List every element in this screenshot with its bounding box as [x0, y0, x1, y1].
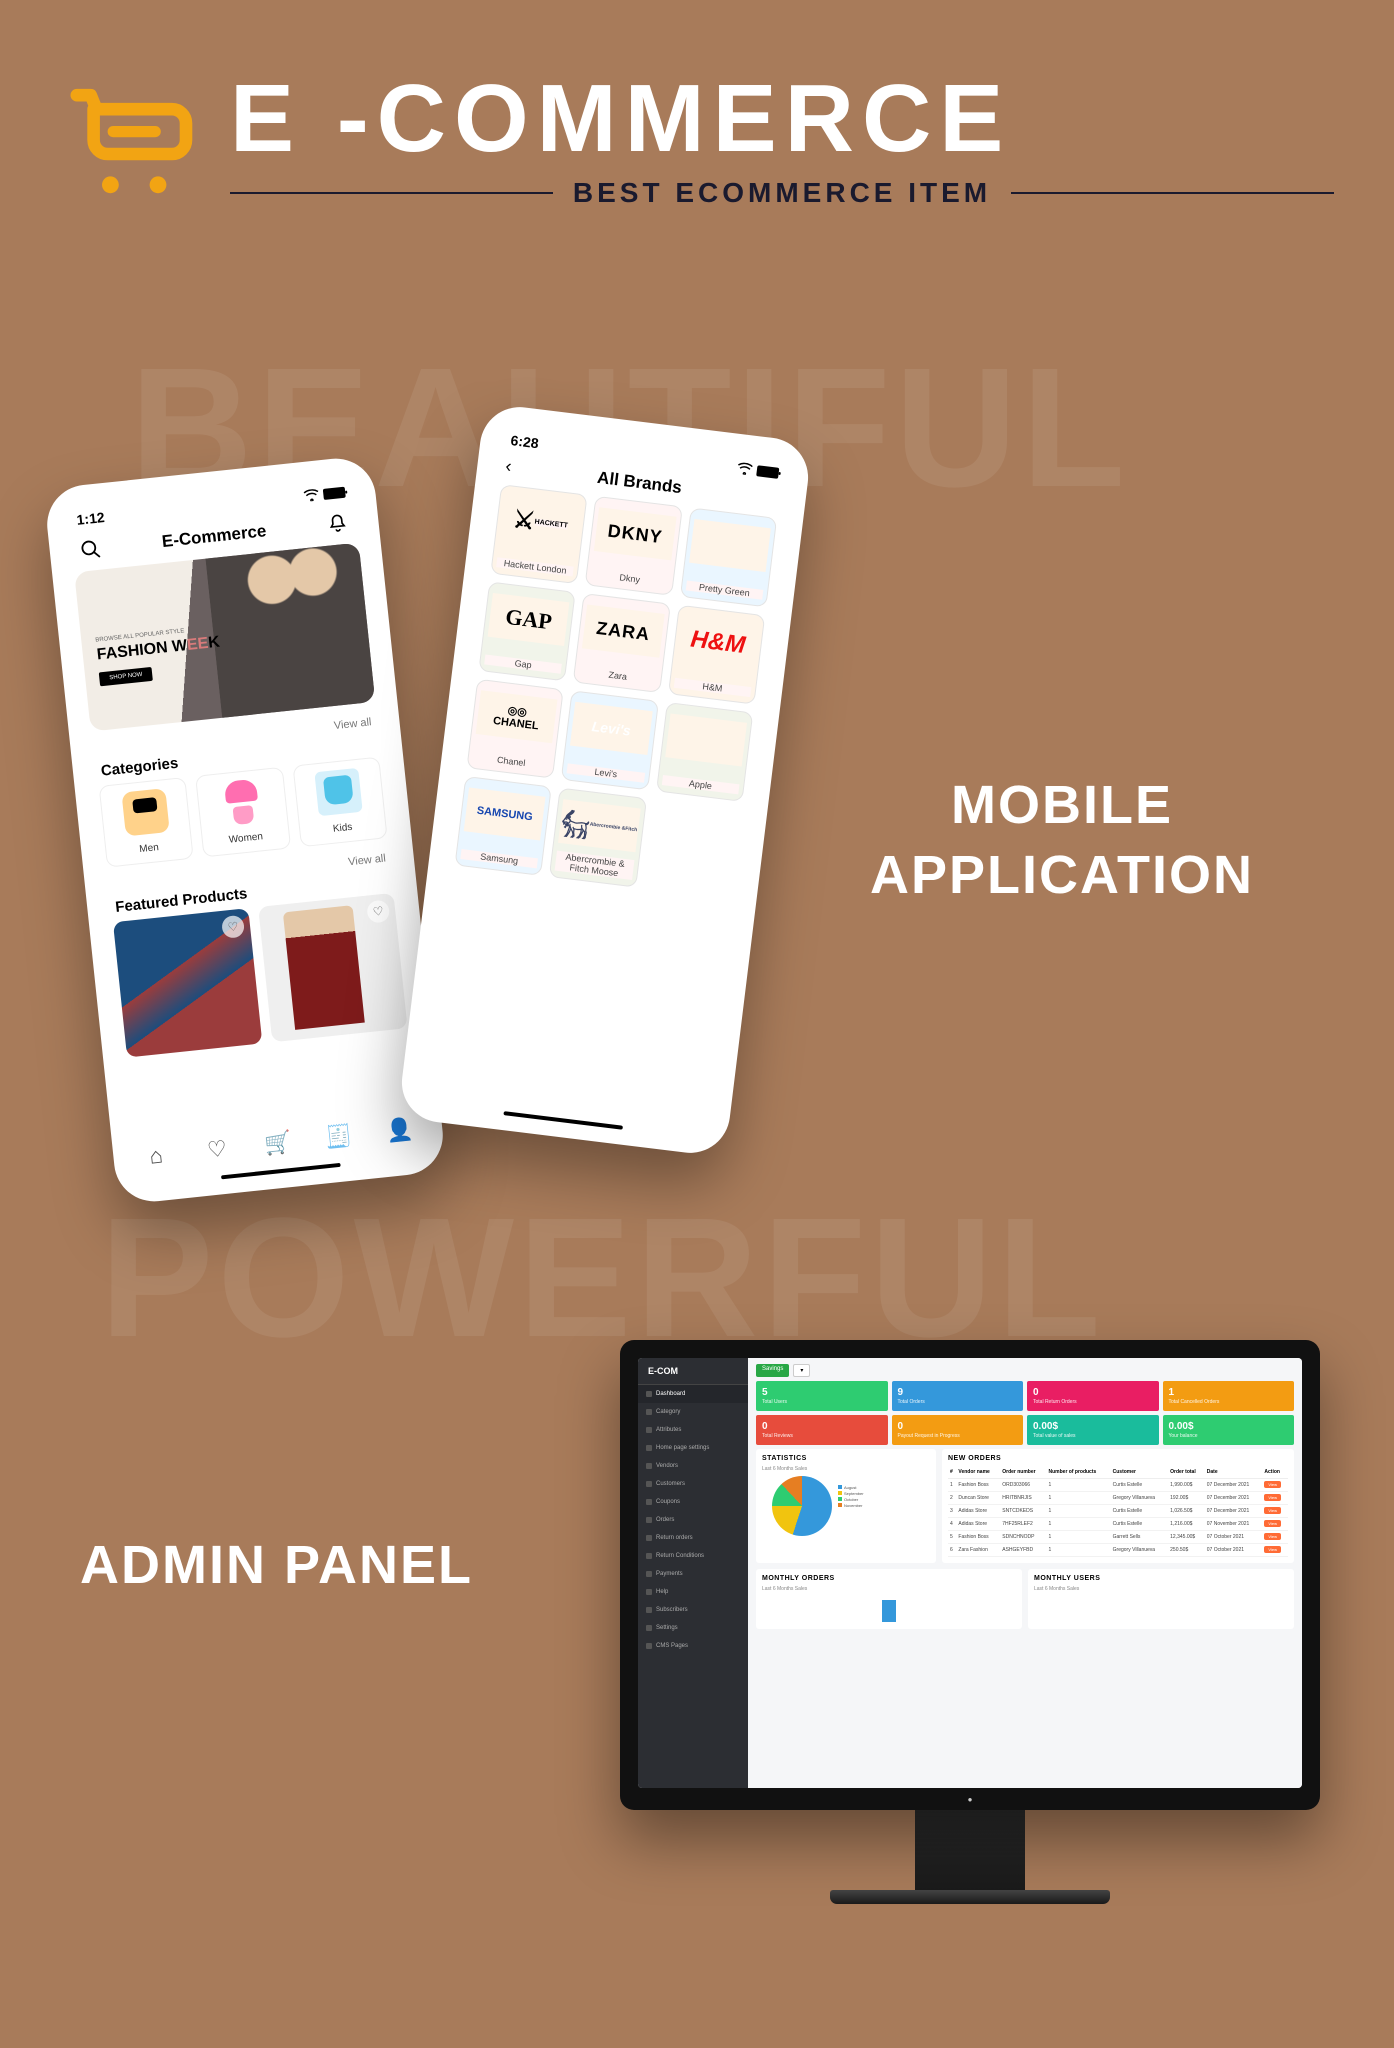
category-women[interactable]: Women: [195, 767, 290, 858]
label: APPLICATION: [870, 840, 1254, 910]
stat-card[interactable]: 0Total Return Orders: [1027, 1381, 1159, 1411]
stat-card[interactable]: 0Total Reviews: [756, 1415, 888, 1445]
chart-subtitle: Last 6 Months Sales: [762, 1586, 1016, 1592]
wifi-icon: [736, 462, 753, 476]
stat-card[interactable]: 9Total Orders: [892, 1381, 1024, 1411]
page-title: E -COMMERCE: [230, 71, 1334, 167]
table-row[interactable]: 5Fashion BossSDNCHNODP1Garrett Sells12,3…: [948, 1531, 1288, 1544]
product-card[interactable]: ♡: [113, 908, 262, 1057]
brand-apple[interactable]: Apple: [656, 702, 754, 802]
orders-table: #Vendor nameOrder numberNumber of produc…: [948, 1466, 1288, 1557]
category-men[interactable]: Men: [99, 777, 194, 868]
monthly-orders-panel: MONTHLY ORDERS Last 6 Months Sales: [756, 1569, 1022, 1629]
doc-icon[interactable]: 🧾: [324, 1123, 353, 1152]
banner[interactable]: BROWSE ALL POPULAR STYLE FASHION WEEK SH…: [74, 543, 375, 732]
section-label-admin: ADMIN PANEL: [80, 1530, 473, 1600]
divider: [230, 192, 553, 194]
cart-icon: [60, 70, 200, 210]
brand-levis[interactable]: Levi'sLevi's: [561, 690, 659, 790]
chart-subtitle: Last 6 Months Sales: [762, 1466, 930, 1472]
product-card[interactable]: ♡: [258, 893, 407, 1042]
brand-zara[interactable]: ZARAZara: [573, 593, 671, 693]
sidebar-item[interactable]: Dashboard: [638, 1385, 748, 1403]
heart-icon[interactable]: ♡: [221, 915, 245, 939]
battery-icon: [323, 486, 346, 499]
time: 6:28: [510, 432, 540, 451]
bell-icon[interactable]: [325, 512, 349, 536]
monitor: E-COM DashboardCategoryAttributesHome pa…: [620, 1340, 1320, 1904]
home-indicator: [503, 1111, 623, 1130]
brand-hm[interactable]: H&MH&M: [668, 605, 766, 705]
table-row[interactable]: 6Zara FashionASHGEYFBD1Gregory Villanuev…: [948, 1544, 1288, 1557]
chart-subtitle: Last 6 Months Sales: [1034, 1586, 1288, 1592]
divider: [1011, 192, 1334, 194]
sidebar-item[interactable]: Home page settings: [638, 1439, 748, 1457]
brand-abercrombie[interactable]: 𓃶Abercrombie &FitchAbercrombie & Fitch M…: [549, 788, 647, 888]
sidebar-item[interactable]: Orders: [638, 1511, 748, 1529]
pie-chart: [772, 1476, 832, 1536]
table-row[interactable]: 4Adidas Store7HF25RLEF21Curtis Estelle1,…: [948, 1518, 1288, 1531]
time: 1:12: [76, 509, 106, 528]
shop-now-button[interactable]: SHOP NOW: [99, 667, 153, 686]
brand-pretty-green[interactable]: Pretty Green: [680, 507, 778, 607]
stat-card[interactable]: 0.00$Your balance: [1163, 1415, 1295, 1445]
panel-title: MONTHLY ORDERS: [762, 1575, 1016, 1582]
brand-dkny[interactable]: DKNYDkny: [585, 496, 683, 596]
stat-card[interactable]: 0Payout Request in Progress: [892, 1415, 1024, 1445]
sidebar-item[interactable]: Attributes: [638, 1421, 748, 1439]
stat-card[interactable]: 1Total Cancelled Orders: [1163, 1381, 1295, 1411]
subtitle: BEST ECOMMERCE ITEM: [573, 177, 991, 209]
statistics-panel: STATISTICS Last 6 Months Sales AugustSep…: [756, 1449, 936, 1563]
header: E -COMMERCE BEST ECOMMERCE ITEM: [0, 0, 1394, 210]
battery-icon: [756, 465, 779, 479]
brand-chanel[interactable]: ◎◎CHANELChanel: [466, 679, 564, 779]
panel-title: NEW ORDERS: [948, 1455, 1288, 1462]
table-row[interactable]: 2Duncan StoreHRITBNRJIS1Gregory Villanue…: [948, 1492, 1288, 1505]
sidebar-item[interactable]: Customers: [638, 1475, 748, 1493]
stat-card[interactable]: 5Total Users: [756, 1381, 888, 1411]
sidebar-item[interactable]: Coupons: [638, 1493, 748, 1511]
panel-title: STATISTICS: [762, 1455, 930, 1462]
table-row[interactable]: 3Adidas StoreSNTCDKEDS1Curtis Estelle1,0…: [948, 1505, 1288, 1518]
brand-samsung[interactable]: SAMSUNGSamsung: [454, 776, 552, 876]
monthly-users-panel: MONTHLY USERS Last 6 Months Sales: [1028, 1569, 1294, 1629]
sidebar-item[interactable]: Help: [638, 1583, 748, 1601]
sidebar-item[interactable]: Settings: [638, 1619, 748, 1637]
view-all-link[interactable]: View all: [348, 852, 387, 868]
admin-brand: E-COM: [638, 1358, 748, 1385]
category-kids[interactable]: Kids: [292, 757, 387, 848]
new-orders-panel: NEW ORDERS #Vendor nameOrder numberNumbe…: [942, 1449, 1294, 1563]
admin-sidebar: E-COM DashboardCategoryAttributesHome pa…: [638, 1358, 748, 1788]
heart-icon[interactable]: ♡: [366, 899, 390, 923]
table-row[interactable]: 1Fashion BossORD3030661Curtis Estelle1,9…: [948, 1479, 1288, 1492]
sidebar-item[interactable]: CMS Pages: [638, 1637, 748, 1655]
sidebar-item[interactable]: Return orders: [638, 1529, 748, 1547]
section-label-mobile: MOBILE APPLICATION: [870, 770, 1254, 910]
cart-icon[interactable]: 🛒: [264, 1129, 293, 1158]
brand-gap[interactable]: GAPGap: [478, 581, 576, 681]
panel-title: MONTHLY USERS: [1034, 1575, 1288, 1582]
heart-icon[interactable]: ♡: [203, 1135, 232, 1164]
phone-left: 1:12 E-Commerce BROWSE ALL POPULAR STYLE…: [43, 455, 446, 1206]
label: MOBILE: [870, 770, 1254, 840]
savings-badge[interactable]: Savings: [756, 1364, 789, 1377]
view-all-link[interactable]: View all: [333, 716, 372, 732]
dropdown[interactable]: ▾: [793, 1364, 810, 1377]
sidebar-item[interactable]: Vendors: [638, 1457, 748, 1475]
home-icon[interactable]: ⌂: [142, 1142, 171, 1171]
bar: [882, 1600, 896, 1622]
sidebar-item[interactable]: Category: [638, 1403, 748, 1421]
search-icon[interactable]: [79, 537, 103, 561]
sidebar-item[interactable]: Return Conditions: [638, 1547, 748, 1565]
wifi-icon: [303, 488, 320, 502]
brand-hackett[interactable]: ⚔HACKETTHackett London: [490, 484, 588, 584]
stat-card[interactable]: 0.00$Total value of sales: [1027, 1415, 1159, 1445]
app-title: E-Commerce: [161, 521, 267, 552]
sidebar-item[interactable]: Payments: [638, 1565, 748, 1583]
profile-icon[interactable]: 👤: [385, 1116, 414, 1145]
sidebar-item[interactable]: Subscribers: [638, 1601, 748, 1619]
